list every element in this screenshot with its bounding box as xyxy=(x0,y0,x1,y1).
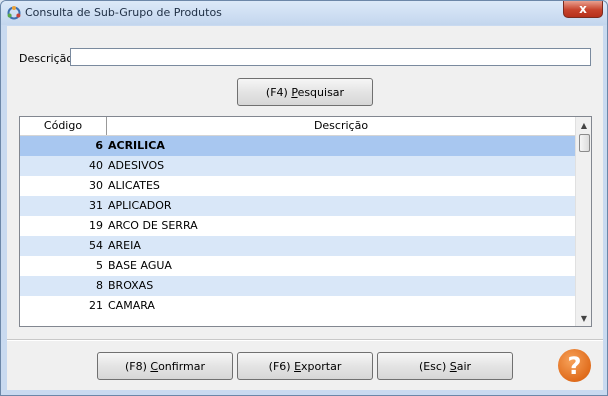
app-icon xyxy=(7,6,21,20)
vertical-scrollbar[interactable]: ▲ ▼ xyxy=(575,117,591,326)
table-row[interactable]: 19 ARCO DE SERRA xyxy=(20,216,575,236)
table-row[interactable]: 8 BROXAS xyxy=(20,276,575,296)
table-row[interactable]: 21 CAMARA xyxy=(20,296,575,316)
row-code: 21 xyxy=(89,299,103,312)
table-row[interactable]: 31 APLICADOR xyxy=(20,196,575,216)
row-code: 6 xyxy=(95,139,103,152)
row-code: 5 xyxy=(96,259,103,272)
description-input[interactable] xyxy=(70,48,591,66)
exit-button-label: (Esc) Sair xyxy=(418,359,472,373)
table-row[interactable]: 5 BASE AGUA xyxy=(20,256,575,276)
row-code: 30 xyxy=(89,179,103,192)
row-description: AREIA xyxy=(108,239,141,252)
row-description: ALICATES xyxy=(108,179,160,192)
footer-divider xyxy=(7,339,603,341)
row-description: APLICADOR xyxy=(108,199,172,212)
confirm-button[interactable]: (F8) Confirmar xyxy=(97,352,233,380)
description-label: Descrição: xyxy=(19,52,77,65)
row-description: ACRILICA xyxy=(108,139,165,152)
help-icon[interactable]: ? xyxy=(558,349,591,382)
row-code: 19 xyxy=(89,219,103,232)
search-button-label: (F4) Pesquisar xyxy=(265,85,345,99)
dialog-window: Consulta de Sub-Grupo de Produtos x Desc… xyxy=(0,0,608,396)
row-description: CAMARA xyxy=(108,299,155,312)
table-rows: 6 ACRILICA 40 ADESIVOS 30 ALICATES 31 AP… xyxy=(20,136,575,316)
export-button[interactable]: (F6) Exportar xyxy=(237,352,373,380)
table-header: Código Descrição xyxy=(20,117,575,136)
scroll-thumb[interactable] xyxy=(579,134,590,152)
confirm-button-label: (F8) Confirmar xyxy=(124,359,206,373)
row-description: BASE AGUA xyxy=(108,259,172,272)
exit-button[interactable]: (Esc) Sair xyxy=(377,352,513,380)
row-description: BROXAS xyxy=(108,279,154,292)
search-button[interactable]: (F4) Pesquisar xyxy=(237,78,373,106)
table-row[interactable]: 40 ADESIVOS xyxy=(20,156,575,176)
scroll-up-icon[interactable]: ▲ xyxy=(576,117,591,133)
window-title: Consulta de Sub-Grupo de Produtos xyxy=(25,6,222,19)
table-row[interactable]: 30 ALICATES xyxy=(20,176,575,196)
row-code: 54 xyxy=(89,239,103,252)
row-description: ADESIVOS xyxy=(108,159,165,172)
table-row[interactable]: 6 ACRILICA xyxy=(20,136,575,156)
row-description: ARCO DE SERRA xyxy=(108,219,198,232)
subgroup-table[interactable]: Código Descrição 6 ACRILICA 40 ADESIVOS … xyxy=(19,116,592,327)
row-code: 8 xyxy=(96,279,103,292)
row-code: 31 xyxy=(89,199,103,212)
close-icon: x xyxy=(579,2,587,16)
column-header-code[interactable]: Código xyxy=(20,117,107,135)
close-button[interactable]: x xyxy=(563,1,603,18)
column-header-description[interactable]: Descrição xyxy=(107,117,575,135)
export-button-label: (F6) Exportar xyxy=(268,359,342,373)
row-code: 40 xyxy=(89,159,103,172)
scroll-down-icon[interactable]: ▼ xyxy=(576,310,591,326)
title-bar[interactable]: Consulta de Sub-Grupo de Produtos x xyxy=(1,1,607,25)
table-row[interactable]: 54 AREIA xyxy=(20,236,575,256)
dialog-body: Descrição: (F4) Pesquisar Código Descriç… xyxy=(7,26,603,390)
